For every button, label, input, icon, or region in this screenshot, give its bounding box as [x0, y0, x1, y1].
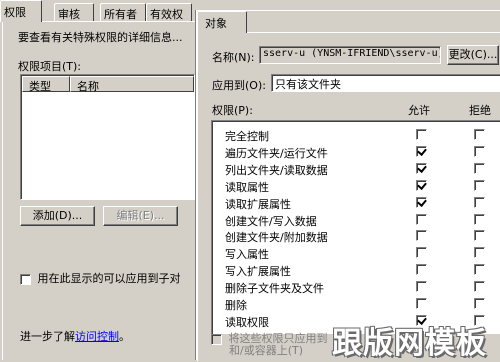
- permission-row: 创建文件/写入数据: [212, 212, 500, 228]
- deny-checkbox[interactable]: [474, 129, 485, 140]
- permission-name: 写入扩展属性: [225, 265, 291, 279]
- permission-row: 创建文件夹/附加数据: [212, 228, 500, 244]
- deny-checkbox[interactable]: [474, 162, 485, 174]
- permission-name: 完全控制: [225, 130, 269, 143]
- name-label: 名称(N):: [212, 51, 255, 64]
- apply-to-dropdown[interactable]: 只有该文件夹: [271, 74, 500, 92]
- watermark-text: 跟版网模板: [332, 326, 487, 361]
- column-header-name[interactable]: 名称: [70, 76, 194, 93]
- permissions-header: 权限(P): 允许 拒绝: [212, 102, 497, 118]
- deny-checkbox[interactable]: [474, 230, 485, 242]
- allow-checkbox[interactable]: [416, 264, 427, 276]
- allow-checkbox[interactable]: [416, 179, 427, 191]
- allow-checkbox[interactable]: [416, 281, 427, 293]
- permission-name: 遍历文件夹/运行文件: [225, 146, 328, 160]
- tab-owner[interactable]: 所有者: [100, 3, 146, 21]
- deny-checkbox[interactable]: [474, 179, 485, 191]
- deny-checkbox[interactable]: [474, 196, 485, 208]
- entries-label: 权限项目(T):: [18, 60, 82, 73]
- permission-row: 写入属性: [212, 245, 500, 261]
- deny-checkbox[interactable]: [474, 281, 485, 293]
- deny-checkbox[interactable]: [474, 213, 485, 225]
- permission-row: 删除子文件夹及文件: [212, 279, 500, 295]
- permission-name: 删除子文件夹及文件: [225, 282, 324, 296]
- tab-object[interactable]: 对象: [197, 11, 247, 33]
- apply-to-label: 应用到(O):: [212, 79, 266, 92]
- permission-row: 完全控制: [212, 127, 500, 143]
- deny-column-header: 拒绝: [469, 104, 491, 117]
- column-header-type[interactable]: 类型: [22, 76, 70, 93]
- allow-checkbox[interactable]: [416, 298, 427, 309]
- inherit-option-row[interactable]: 将这些权限只应用到 和/或容器上(T): [211, 330, 328, 357]
- more-info-text: 进一步了解访问控制。: [20, 328, 130, 344]
- access-control-link[interactable]: 访问控制: [75, 330, 119, 343]
- inherit-label-line2: 和/或容器上(T): [229, 344, 304, 357]
- permission-row: 写入扩展属性: [212, 262, 500, 278]
- permissions-list[interactable]: 完全控制遍历文件夹/运行文件 列出文件夹/读取数据 读取属性读取扩展属性创建文件/写…: [211, 120, 500, 334]
- inherit-checkbox[interactable]: [211, 333, 222, 345]
- deny-checkbox[interactable]: [474, 298, 485, 309]
- allow-checkbox[interactable]: [416, 145, 427, 157]
- permissions-label: 权限(P):: [212, 104, 253, 117]
- permission-row: 遍历文件夹/运行文件: [212, 144, 500, 160]
- deny-checkbox[interactable]: [474, 264, 485, 276]
- more-info-suffix: 。: [119, 330, 130, 343]
- permission-name: 创建文件/写入数据: [225, 214, 317, 228]
- allow-checkbox[interactable]: [416, 247, 427, 259]
- permission-name: 读取属性: [225, 180, 269, 194]
- permission-name: 读取权限: [225, 315, 269, 329]
- permission-row: 读取扩展属性: [212, 195, 500, 211]
- more-info-prefix: 进一步了解: [20, 330, 75, 343]
- permission-name: 读取扩展属性: [225, 197, 291, 211]
- description-text: 要查看有关特殊权限的详细信息...: [18, 31, 183, 44]
- tab-effective-permissions[interactable]: 有效权: [146, 3, 192, 21]
- permission-row: 删除: [212, 296, 500, 312]
- change-button[interactable]: 更改(C)...: [447, 45, 499, 65]
- permission-name: 删除: [225, 299, 247, 312]
- tab-permissions[interactable]: 权限: [0, 0, 42, 22]
- permission-row: 列出文件夹/读取数据: [212, 161, 500, 177]
- permission-name: 列出文件夹/读取数据: [225, 163, 328, 177]
- allow-checkbox[interactable]: [416, 162, 427, 174]
- allow-checkbox[interactable]: [416, 213, 427, 225]
- permission-entry-dialog: 对象 名称(N): sserv-u (YNSM-IFRIEND\sserv-u)…: [196, 10, 500, 361]
- apply-to-children-checkbox[interactable]: [20, 273, 31, 285]
- allow-checkbox[interactable]: [416, 129, 427, 140]
- allow-column-header: 允许: [408, 104, 430, 117]
- deny-checkbox[interactable]: [474, 145, 485, 157]
- apply-to-children-row[interactable]: 用在此显示的可以应用到子对: [20, 270, 181, 286]
- permission-row: 读取属性: [212, 178, 500, 194]
- permission-name: 写入属性: [225, 248, 269, 262]
- permission-entries-list[interactable]: 类型 名称: [20, 74, 195, 200]
- principal-name-field: sserv-u (YNSM-IFRIEND\sserv-u): [259, 46, 441, 64]
- tab-auditing[interactable]: 审核: [54, 3, 94, 21]
- allow-checkbox[interactable]: [416, 230, 427, 242]
- deny-checkbox[interactable]: [474, 247, 485, 259]
- edit-button[interactable]: 编辑(E)...: [103, 206, 178, 226]
- add-button[interactable]: 添加(D)...: [20, 206, 95, 226]
- apply-to-children-label: 用在此显示的可以应用到子对: [37, 272, 181, 285]
- allow-checkbox[interactable]: [416, 196, 427, 208]
- permission-name: 创建文件夹/附加数据: [225, 231, 328, 245]
